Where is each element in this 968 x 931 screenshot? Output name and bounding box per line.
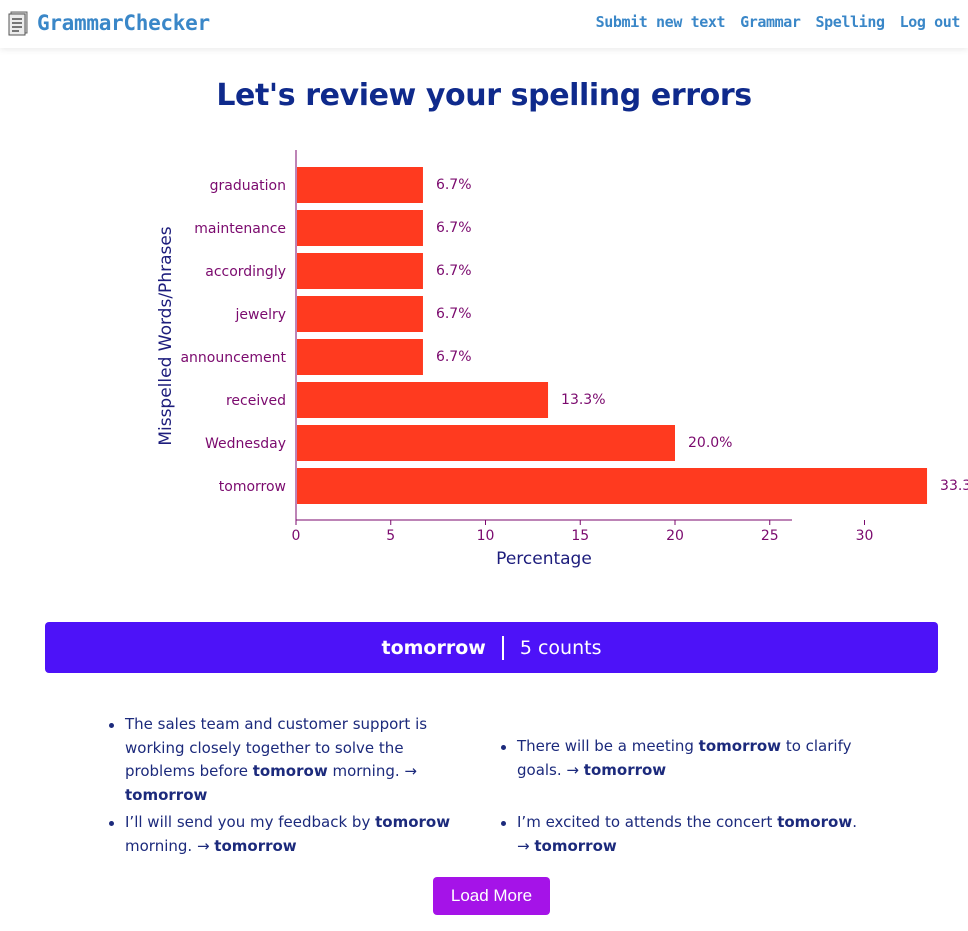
misspelled-word: tomorow <box>252 762 328 780</box>
category-label: received <box>226 393 286 409</box>
y-axis-title: Misspelled Words/Phrases <box>156 226 176 445</box>
example-item: I’m excited to attends the concert tomor… <box>501 811 862 858</box>
selected-word: tomorrow <box>381 636 486 659</box>
load-more-button[interactable]: Load More <box>433 877 550 915</box>
top-navbar: GrammarChecker Submit new text Grammar S… <box>0 0 968 48</box>
x-tick-label: 25 <box>761 528 779 544</box>
bar-value-label: 13.3% <box>561 392 605 408</box>
x-tick-label: 20 <box>666 528 684 544</box>
bar-value-label: 6.7% <box>436 263 472 279</box>
bar-value-label: 6.7% <box>436 177 472 193</box>
example-text: I’m excited to attends the concert <box>517 813 778 831</box>
bar-wednesday <box>297 425 675 461</box>
category-labels: graduation maintenance accordingly jewelry a… <box>180 178 286 495</box>
example-item: There will be a meeting tomorrow to clar… <box>501 735 862 782</box>
bar-value-label: 6.7% <box>436 306 472 322</box>
misspelled-word: tomorow <box>777 813 853 831</box>
example-text: . <box>852 813 857 831</box>
bar-graduation <box>297 167 423 203</box>
selected-word-banner: tomorrow 5 counts <box>45 622 938 673</box>
bar-jewelry <box>297 296 423 332</box>
bar-received <box>297 382 549 418</box>
corrected-word: tomorrow <box>534 836 617 855</box>
selected-word-count: 5 counts <box>519 636 602 659</box>
bar-value-label: 6.7% <box>436 220 472 236</box>
example-text: morning. <box>327 762 405 780</box>
brand-logo-link[interactable]: GrammarChecker <box>7 10 210 36</box>
banner-divider <box>501 635 504 660</box>
category-label: maintenance <box>194 221 286 237</box>
bar-accordingly <box>297 253 423 289</box>
nav-grammar[interactable]: Grammar <box>740 13 801 31</box>
category-label: tomorrow <box>219 479 286 495</box>
nav-submit-new-text[interactable]: Submit new text <box>596 13 726 31</box>
corrected-word: tomorrow <box>214 836 297 855</box>
category-label: Wednesday <box>205 436 286 452</box>
example-text: There will be a meeting <box>517 737 699 755</box>
spelling-errors-bar-chart: graduation maintenance accordingly jewelry a… <box>156 150 968 569</box>
x-axis-title: Percentage <box>496 549 592 569</box>
category-label: graduation <box>210 178 286 194</box>
arrow-right-icon: → <box>566 760 579 779</box>
bar-tomorrow <box>297 468 928 504</box>
arrow-right-icon: → <box>404 762 417 780</box>
chart-bars <box>297 167 928 504</box>
corrected-word: tomorrow <box>583 760 667 779</box>
arrow-right-icon: → <box>517 836 530 855</box>
page-title: Let's review your spelling errors <box>216 78 752 113</box>
bar-maintenance <box>297 210 423 246</box>
x-tick-label: 10 <box>477 528 495 544</box>
document-icon <box>8 11 28 36</box>
main-nav: Submit new text Grammar Spelling Log out <box>596 13 961 31</box>
x-tick-label: 30 <box>856 528 874 544</box>
category-label: announcement <box>180 350 286 366</box>
nav-spelling[interactable]: Spelling <box>816 13 885 31</box>
misspelled-word: tomorrow <box>698 737 782 755</box>
example-text: I’ll will send you my feedback by <box>125 813 376 831</box>
x-tick-label: 15 <box>571 528 589 544</box>
brand-name: GrammarChecker <box>37 11 210 35</box>
bar-value-label: 6.7% <box>436 349 472 365</box>
example-item: I’ll will send you my feedback by tomoro… <box>109 811 455 858</box>
corrected-word: tomorrow <box>125 785 208 804</box>
x-axis-ticks: 0 5 10 15 20 25 30 <box>292 520 874 544</box>
example-item: The sales team and customer support is w… <box>109 713 445 807</box>
x-tick-label: 0 <box>292 528 301 544</box>
arrow-right-icon: → <box>196 836 210 855</box>
x-tick-label: 5 <box>386 528 395 544</box>
category-label: jewelry <box>235 307 287 323</box>
bar-value-label: 33.3% <box>940 478 968 494</box>
example-text: morning. <box>125 836 197 855</box>
bar-value-label: 20.0% <box>688 435 732 451</box>
bar-announcement <box>297 339 423 375</box>
misspelled-word: tomorow <box>375 813 451 831</box>
category-label: accordingly <box>205 264 286 280</box>
nav-log-out[interactable]: Log out <box>900 13 961 31</box>
